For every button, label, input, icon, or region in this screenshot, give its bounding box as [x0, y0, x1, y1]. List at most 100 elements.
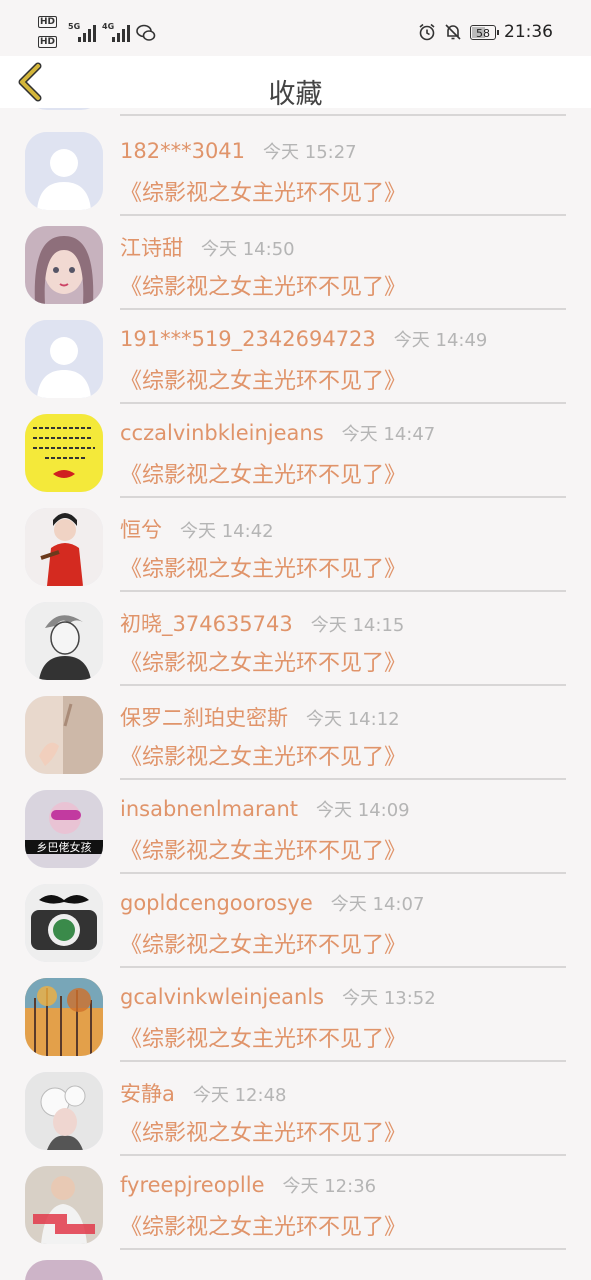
meta-row: 江诗甜 今天 14:50	[120, 232, 295, 262]
username[interactable]: 江诗甜	[120, 232, 183, 262]
signal-icon	[78, 22, 96, 42]
avatar[interactable]	[25, 226, 103, 304]
list-item[interactable]: 182***3041 今天 15:27 《综影视之女主光环不见了》	[0, 120, 591, 216]
default-user-icon	[25, 320, 103, 398]
username[interactable]: fyreepjreoplle	[120, 1173, 265, 1197]
meta-row: 182***3041 今天 15:27	[120, 138, 357, 164]
boy-photo-image	[25, 1166, 103, 1244]
avatar[interactable]	[25, 1166, 103, 1244]
sketch-boy-image	[25, 602, 103, 680]
list-item[interactable]: 初晓_374635743 今天 14:15 《综影视之女主光环不见了》	[0, 590, 591, 686]
username[interactable]: 恒兮	[120, 514, 162, 544]
avatar-badge-text: 乡巴佬女孩	[37, 840, 92, 854]
username[interactable]: gopldcengoorosye	[120, 891, 313, 915]
wechat-icon	[136, 24, 156, 41]
book-title[interactable]: 《综影视之女主光环不见了》	[120, 457, 406, 489]
battery-level: 58	[476, 26, 490, 40]
alarm-icon	[419, 23, 435, 41]
book-title[interactable]: 《综影视之女主光环不见了》	[120, 645, 406, 677]
meta-row: 191***519_2342694723 今天 14:49	[120, 326, 487, 352]
book-title[interactable]: 《综影视之女主光环不见了》	[120, 833, 406, 865]
timestamp: 今天 14:07	[330, 894, 425, 915]
timestamp: 今天 12:36	[282, 1176, 377, 1197]
meta-row: insabnenlmarant 今天 14:09	[120, 796, 410, 822]
username[interactable]: 安静a	[120, 1078, 175, 1108]
avatar[interactable]	[25, 696, 103, 774]
mute-bell-icon	[445, 24, 461, 40]
book-title[interactable]: 《综影视之女主光环不见了》	[120, 363, 406, 395]
handwriting-note-image	[25, 414, 103, 492]
username[interactable]: insabnenlmarant	[120, 797, 298, 821]
avatar	[25, 1260, 103, 1280]
avatar[interactable]	[25, 320, 103, 398]
hd-indicator: HD	[38, 16, 58, 28]
timestamp: 今天 14:42	[180, 521, 274, 542]
page-title: 收藏	[268, 79, 323, 110]
book-title[interactable]: 《综影视之女主光环不见了》	[120, 1021, 406, 1053]
favorites-list[interactable]: 182***3041 今天 15:27 《综影视之女主光环不见了》 江诗甜 今天…	[0, 108, 591, 1280]
list-item[interactable]: 191***519_2342694723 今天 14:49 《综影视之女主光环不…	[0, 308, 591, 404]
book-title[interactable]: 《综影视之女主光环不见了》	[120, 1209, 406, 1241]
list-item[interactable]: 保罗二刹珀史密斯 今天 14:12 《综影视之女主光环不见了》	[0, 684, 591, 780]
divider	[120, 114, 566, 116]
timestamp: 今天 14:12	[306, 709, 400, 730]
meta-row: gopldcengoorosye 今天 14:07	[120, 890, 424, 916]
avatar[interactable]	[25, 508, 103, 586]
signal-icon-2	[112, 22, 130, 42]
list-item[interactable]: 乡巴佬女孩 insabnenlmarant 今天 14:09 《综影视之女主光环…	[0, 778, 591, 874]
status-bar: HD HD 5G 4G 58 21:36	[0, 0, 591, 56]
book-title[interactable]: 《综影视之女主光环不见了》	[120, 1115, 406, 1147]
photo-hands-image	[25, 696, 103, 774]
book-title[interactable]: 《综影视之女主光环不见了》	[120, 927, 406, 959]
list-item[interactable]: cczalvinbkleinjeans 今天 14:47 《综影视之女主光环不见…	[0, 402, 591, 498]
timestamp: 今天 13:52	[342, 988, 436, 1009]
list-item[interactable]: 江诗甜 今天 14:50 《综影视之女主光环不见了》	[0, 214, 591, 310]
list-item[interactable]: gcalvinkwleinjeanls 今天 13:52 《综影视之女主光环不见…	[0, 966, 591, 1062]
username[interactable]: cczalvinbkleinjeans	[120, 421, 324, 445]
avatar[interactable]	[25, 414, 103, 492]
book-title[interactable]: 《综影视之女主光环不见了》	[120, 175, 406, 207]
meta-row: 初晓_374635743 今天 14:15	[120, 608, 404, 638]
book-title[interactable]: 《综影视之女主光环不见了》	[120, 551, 406, 583]
book-title[interactable]: 《综影视之女主光环不见了》	[120, 739, 406, 771]
list-item-partial	[0, 1248, 591, 1280]
avatar[interactable]	[25, 884, 103, 962]
list-item[interactable]: fyreepjreoplle 今天 12:36 《综影视之女主光环不见了》	[0, 1154, 591, 1250]
status-right: 58 21:36	[418, 22, 553, 42]
meta-row: 恒兮 今天 14:42	[120, 514, 274, 544]
username[interactable]: 191***519_2342694723	[120, 327, 376, 351]
list-item[interactable]: 安静a 今天 12:48 《综影视之女主光环不见了》	[0, 1060, 591, 1156]
timestamp: 今天 14:49	[393, 330, 488, 351]
timestamp: 今天 12:48	[192, 1085, 287, 1106]
girl-photo-image: 乡巴佬女孩	[25, 790, 103, 868]
list-item-partial	[0, 108, 591, 116]
timestamp: 今天 14:09	[316, 800, 410, 821]
username[interactable]: 182***3041	[120, 139, 245, 163]
avatar[interactable]	[25, 602, 103, 680]
costume-woman-image	[25, 508, 103, 586]
timestamp: 今天 15:27	[263, 142, 357, 163]
camera-mustache-image	[25, 884, 103, 962]
avatar	[25, 108, 103, 110]
battery-icon: 58	[470, 24, 499, 40]
nav-header: 收藏	[0, 56, 591, 110]
username[interactable]: 保罗二刹珀史密斯	[120, 702, 288, 732]
status-time: 21:36	[504, 22, 553, 42]
meta-row: cczalvinbkleinjeans 今天 14:47	[120, 420, 435, 446]
avatar[interactable]	[25, 132, 103, 210]
username[interactable]: gcalvinkwleinjeanls	[120, 985, 324, 1009]
autumn-forest-image	[25, 978, 103, 1056]
meta-row: 保罗二刹珀史密斯 今天 14:12	[120, 702, 400, 732]
timestamp: 今天 14:15	[310, 615, 405, 636]
flower-girl-image	[25, 1072, 103, 1150]
list-item[interactable]: gopldcengoorosye 今天 14:07 《综影视之女主光环不见了》	[0, 872, 591, 968]
timestamp: 今天 14:47	[341, 424, 436, 445]
default-user-icon	[25, 132, 103, 210]
avatar[interactable]	[25, 978, 103, 1056]
book-title[interactable]: 《综影视之女主光环不见了》	[120, 269, 406, 301]
meta-row: gcalvinkwleinjeanls 今天 13:52	[120, 984, 436, 1010]
username[interactable]: 初晓_374635743	[120, 608, 293, 638]
avatar[interactable]	[25, 1072, 103, 1150]
list-item[interactable]: 恒兮 今天 14:42 《综影视之女主光环不见了》	[0, 496, 591, 592]
avatar[interactable]: 乡巴佬女孩	[25, 790, 103, 868]
